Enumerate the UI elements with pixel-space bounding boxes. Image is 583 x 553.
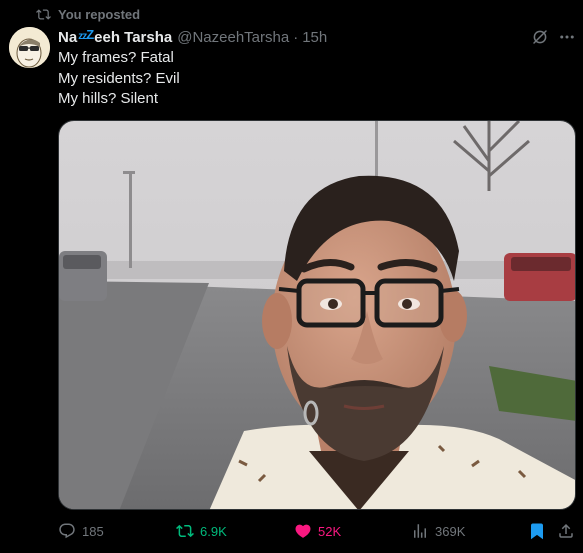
share-icon[interactable] [557,522,575,540]
tweet-line-1: My frames? Fatal [58,49,174,66]
tweet-card[interactable]: You reposted Na zzZ eeh Tarsha @NazeehTa… [0,0,583,553]
author-name-prefix: Na [58,28,78,46]
repost-icon [176,524,194,538]
heart-icon [295,524,311,538]
like-count: 52K [318,523,342,539]
reply-count: 185 [82,523,104,539]
reply-button[interactable]: 185 [58,519,104,543]
tweet-actions: 185 6.9K 52K 369K [58,519,578,543]
bookmark-icon[interactable] [528,522,546,540]
repost-button[interactable]: 6.9K [176,519,227,543]
author-name-suffix: eeh Tarsha [94,28,173,46]
grok-icon[interactable] [531,28,549,46]
repost-icon [36,8,51,20]
views-count: 369K [435,523,466,539]
repost-indicator: You reposted [36,5,140,23]
repost-label: You reposted [58,6,141,22]
more-options-icon[interactable] [558,28,576,46]
tweet-text: My frames? Fatal My residents? Evil My h… [58,48,180,110]
meta-separator: · [293,28,299,46]
sleep-big-z: Z [86,26,94,42]
tweet-header: Na zzZ eeh Tarsha @NazeehTarsha · 15h [58,27,327,47]
like-button[interactable]: 52K [294,519,341,543]
views-bar-chart-icon [414,524,426,538]
sleep-small-z: zz [78,30,87,42]
avatar[interactable] [9,27,50,68]
tweet-time[interactable]: 15h [302,29,327,46]
repost-count: 6.9K [200,523,227,539]
reply-icon [59,523,75,539]
tweet-line-3: My hills? Silent [58,90,159,107]
author-name[interactable]: Na zzZ eeh Tarsha [58,26,173,46]
sleep-emoji: zzZ [78,26,94,42]
tweet-line-2: My residents? Evil [58,69,180,87]
views-button[interactable]: 369K [411,519,465,543]
tweet-photo[interactable] [58,120,576,510]
author-handle[interactable]: @NazeehTarsha [177,29,289,46]
